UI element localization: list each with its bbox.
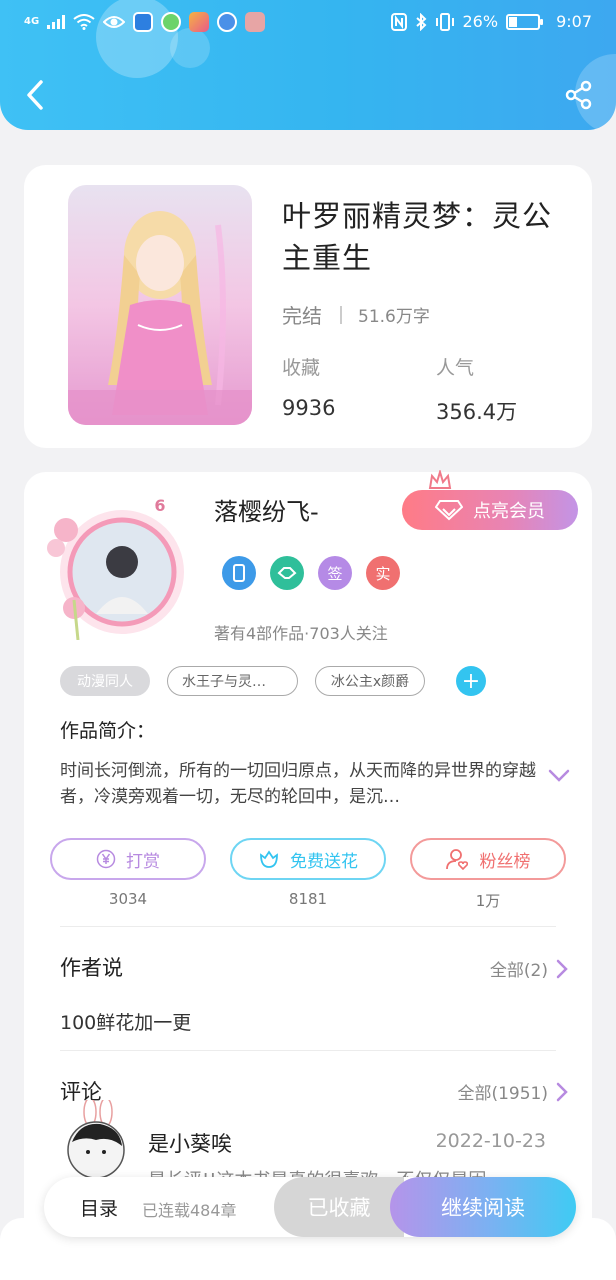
stat-value: 356.4万 <box>436 400 518 424</box>
chevron-down-icon <box>548 769 570 782</box>
flower-count: 8181 <box>288 890 328 908</box>
tip-label: 打赏 <box>126 851 160 872</box>
author-avatar[interactable]: 6 <box>38 496 188 641</box>
battery-icon <box>506 13 544 30</box>
nfc-icon <box>390 12 407 31</box>
cover-illustration <box>68 185 252 425</box>
app-globe-icon <box>217 12 238 32</box>
tip-count: 3034 <box>108 890 148 908</box>
flower-icon <box>260 850 278 868</box>
header-bar: 4G 26% 9:07 <box>0 0 616 130</box>
comments-more-label: 全部(1951) <box>457 1084 548 1104</box>
vip-button-label: 点亮会员 <box>473 501 545 522</box>
avatar-frame <box>47 510 184 641</box>
intro-text[interactable]: 时间长河倒流，所有的一切回归原点，从天而降的异世界的穿越者，冷漠旁观着一切，无尽… <box>60 758 536 810</box>
author-name[interactable]: 落樱纷飞- <box>214 492 319 527</box>
author-level-badge: 6 <box>154 496 166 515</box>
chevron-right-icon <box>556 1082 568 1101</box>
yen-coin-icon <box>96 849 116 869</box>
signal-strength: 4G <box>24 16 40 27</box>
bottom-action-bar: 目录 已连载484章 已收藏 继续阅读 <box>44 1177 576 1237</box>
app-shield-icon <box>133 12 154 32</box>
send-flower-label: 免费送花 <box>290 851 358 872</box>
favorited-button[interactable]: 已收藏 <box>274 1177 404 1237</box>
comments-more-link[interactable]: 全部(1951) <box>457 1079 568 1104</box>
author-said-more-link[interactable]: 全部(2) <box>490 956 568 981</box>
author-said-more-label: 全部(2) <box>489 961 548 981</box>
author-said-content: 100鲜花加一更 <box>60 1012 192 1034</box>
tag-list: 动漫同人 水王子与灵… 冰公主x颜爵 + <box>60 666 486 696</box>
comment-date: 2022-10-23 <box>435 1130 546 1152</box>
verified-badge[interactable]: 实 <box>366 556 400 590</box>
share-button[interactable] <box>562 78 596 112</box>
vibrate-icon <box>435 12 454 31</box>
app-chat-icon <box>161 12 182 32</box>
stat-value: 9936 <box>282 396 336 420</box>
tip-button[interactable]: 打赏 <box>50 838 206 880</box>
chevron-left-icon <box>27 80 43 110</box>
battery-percent: 26% <box>462 12 499 31</box>
expand-intro-button[interactable] <box>548 768 570 787</box>
crown-icon <box>428 470 452 489</box>
chevron-right-icon <box>556 959 568 978</box>
tag-item[interactable]: 动漫同人 <box>60 666 150 696</box>
author-said-title: 作者说 <box>60 956 123 980</box>
author-badges: 签 实 <box>222 556 400 590</box>
back-button[interactable] <box>18 78 52 112</box>
fans-count: 1万 <box>475 892 501 910</box>
author-card: 6 落樱纷飞- 点亮会员 签 实 著有4部作品·703人关注 动漫同人 水王子与… <box>24 470 592 1280</box>
bunny-avatar-image <box>67 1097 125 1179</box>
stat-popularity: 人气 356.4万 <box>436 353 517 426</box>
book-title: 叶罗丽精灵梦：灵公主重生 <box>282 199 553 275</box>
stat-label: 人气 <box>436 357 475 379</box>
tag-item[interactable]: 水王子与灵… <box>167 666 298 696</box>
eye-icon <box>103 16 126 28</box>
divider <box>60 926 556 927</box>
app-box-icon <box>245 12 266 32</box>
handshake-badge-icon[interactable] <box>270 556 304 590</box>
bluetooth-icon <box>415 12 426 31</box>
signal-bars-icon <box>47 15 66 29</box>
chapter-count: 已连载484章 <box>142 1201 237 1220</box>
stat-label: 收藏 <box>282 357 321 379</box>
toc-button[interactable]: 目录 <box>80 1194 118 1221</box>
fans-rank-button[interactable]: 粉丝榜 <box>410 838 566 880</box>
divider <box>340 305 342 324</box>
stat-favorites: 收藏 9936 <box>282 353 335 420</box>
activate-vip-button[interactable]: 点亮会员 <box>402 490 578 530</box>
phone-badge-icon[interactable] <box>222 556 256 590</box>
book-cover-image[interactable] <box>68 185 252 425</box>
divider <box>60 1050 556 1051</box>
app-grid-icon <box>189 12 210 32</box>
intro-label: 作品简介： <box>60 720 156 742</box>
book-word-count: 51.6万字 <box>358 307 430 327</box>
continue-reading-button[interactable]: 继续阅读 <box>390 1177 576 1237</box>
add-tag-button[interactable]: + <box>456 666 486 696</box>
author-meta: 著有4部作品·703人关注 <box>214 624 388 643</box>
fans-rank-label: 粉丝榜 <box>479 851 531 872</box>
fans-icon <box>445 849 468 870</box>
clock: 9:07 <box>556 12 592 31</box>
book-status-row: 完结 51.6万字 <box>282 300 430 329</box>
commenter-avatar[interactable] <box>60 1097 130 1180</box>
book-info-card: 叶罗丽精灵梦：灵公主重生 完结 51.6万字 收藏 9936 人气 356.4万 <box>24 165 592 448</box>
tag-item[interactable]: 冰公主x颜爵 <box>315 666 425 696</box>
send-flower-button[interactable]: 免费送花 <box>230 838 386 880</box>
diamond-icon <box>435 500 463 521</box>
book-status: 完结 <box>282 304 322 328</box>
wifi-icon <box>73 14 95 30</box>
share-icon <box>565 80 592 110</box>
signed-badge[interactable]: 签 <box>318 556 352 590</box>
comment-username[interactable]: 是小葵唉 <box>148 1128 232 1158</box>
status-bar: 4G 26% 9:07 <box>0 0 616 48</box>
